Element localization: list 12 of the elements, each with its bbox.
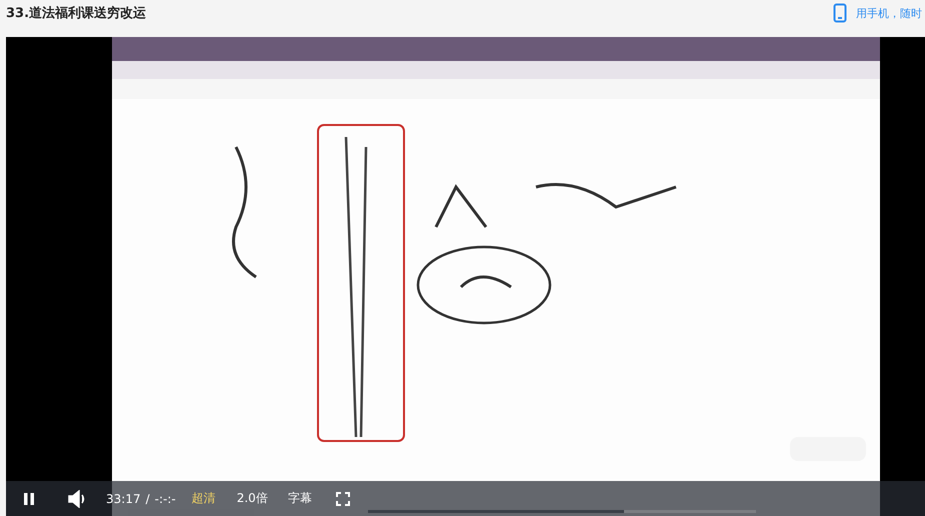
quality-button[interactable]: 超清	[192, 490, 216, 507]
fullscreen-button[interactable]	[336, 492, 350, 506]
pause-button[interactable]	[22, 492, 36, 506]
speed-button[interactable]: 2.0倍	[236, 490, 268, 507]
subtitles-button[interactable]: 字幕	[288, 490, 312, 507]
progress-bar[interactable]	[368, 510, 756, 513]
lesson-title: 33.道法福利课送穷改运	[6, 4, 146, 22]
current-time: 33:17	[106, 492, 141, 506]
duration: -:-:-	[154, 492, 176, 506]
time-separator: /	[146, 492, 150, 506]
phone-icon[interactable]	[833, 3, 847, 23]
mobile-link[interactable]: 用手机，随时	[856, 6, 922, 20]
